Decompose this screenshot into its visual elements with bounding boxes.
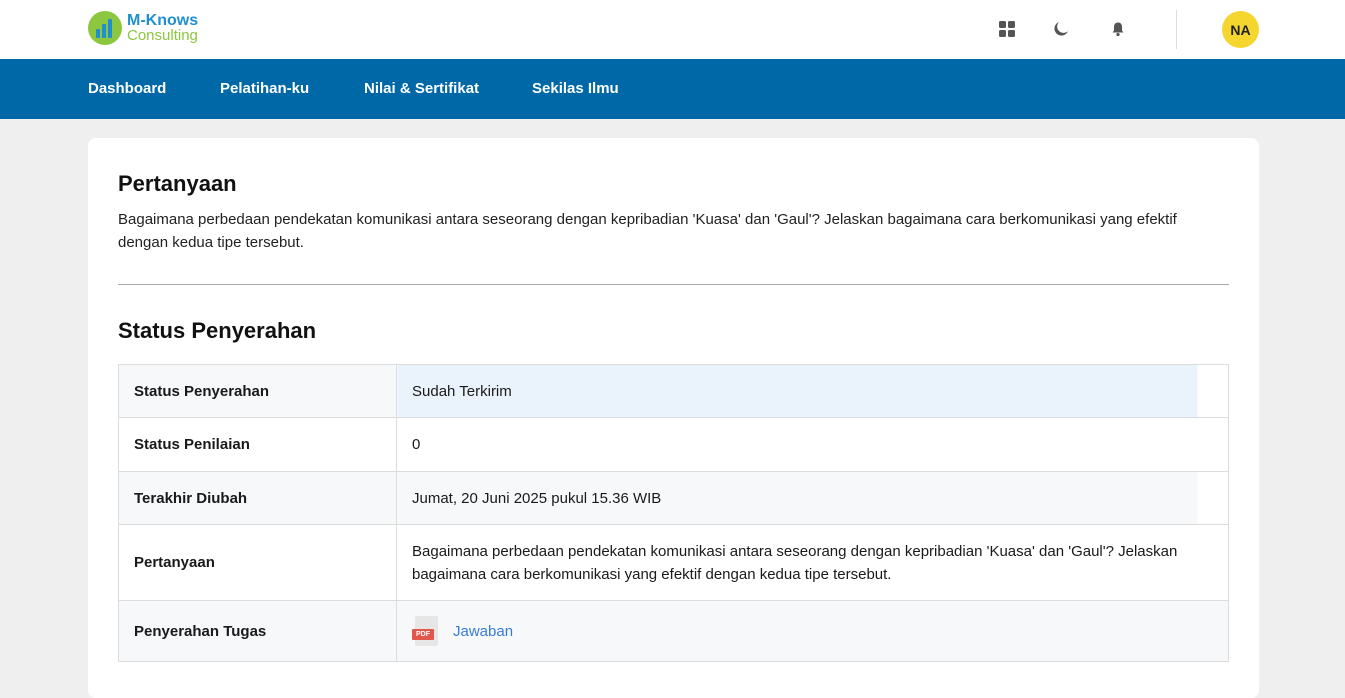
question-heading: Pertanyaan [118, 171, 237, 196]
submission-status-table: Status Penyerahan Sudah Terkirim Status … [118, 364, 1229, 662]
brand-name: M-Knows Consulting [127, 12, 199, 44]
brand-name-line2: Consulting [127, 27, 198, 44]
table-row: Terakhir Diubah Jumat, 20 Juni 2025 puku… [118, 471, 1229, 525]
header-divider [1176, 10, 1177, 49]
row-label: Pertanyaan [118, 524, 397, 601]
row-label: Status Penilaian [118, 417, 397, 472]
table-row: Status Penilaian 0 [118, 417, 1229, 472]
table-row: Pertanyaan Bagaimana perbedaan pendekata… [118, 524, 1229, 601]
submission-status-heading: Status Penyerahan [118, 318, 317, 343]
row-label: Status Penyerahan [118, 364, 397, 418]
main-nav: Dashboard Pelatihan-ku Nilai & Sertifika… [0, 59, 1345, 119]
row-value: Jumat, 20 Juni 2025 pukul 15.36 WIB [396, 471, 1229, 525]
row-value: PDF Jawaban [396, 600, 1229, 662]
row-value: 0 [396, 417, 1229, 472]
nav-item-sekilas-ilmu[interactable]: Sekilas Ilmu [532, 80, 619, 97]
section-divider [118, 284, 1229, 285]
nav-item-pelatihan-ku[interactable]: Pelatihan-ku [220, 80, 309, 97]
brand-logo[interactable]: M-Knows Consulting [88, 11, 198, 45]
submission-file-link[interactable]: PDF Jawaban [412, 616, 1228, 646]
bell-icon[interactable] [1107, 18, 1129, 40]
row-label: Terakhir Diubah [118, 471, 397, 525]
user-avatar[interactable]: NA [1222, 11, 1259, 48]
moon-icon[interactable] [1050, 18, 1072, 40]
pdf-badge: PDF [412, 629, 434, 640]
table-row: Penyerahan Tugas PDF Jawaban [118, 600, 1229, 662]
row-label: Penyerahan Tugas [118, 600, 397, 662]
top-header: M-Knows Consulting NA [0, 0, 1345, 59]
brand-name-line1: M-Knows [127, 12, 199, 29]
pdf-file-icon: PDF [412, 616, 438, 646]
apps-grid-icon[interactable] [996, 18, 1018, 40]
nav-item-nilai-sertifikat[interactable]: Nilai & Sertifikat [364, 80, 479, 97]
row-value: Bagaimana perbedaan pendekatan komunikas… [396, 524, 1229, 601]
nav-item-dashboard[interactable]: Dashboard [88, 80, 166, 97]
question-text: Bagaimana perbedaan pendekatan komunikas… [118, 211, 1177, 251]
logo-chart-icon [88, 11, 122, 45]
table-row: Status Penyerahan Sudah Terkirim [118, 364, 1229, 418]
row-value: Sudah Terkirim [396, 364, 1229, 418]
content-card: Pertanyaan Bagaimana perbedaan pendekata… [88, 138, 1259, 698]
answer-file-link[interactable]: Jawaban [453, 620, 513, 643]
